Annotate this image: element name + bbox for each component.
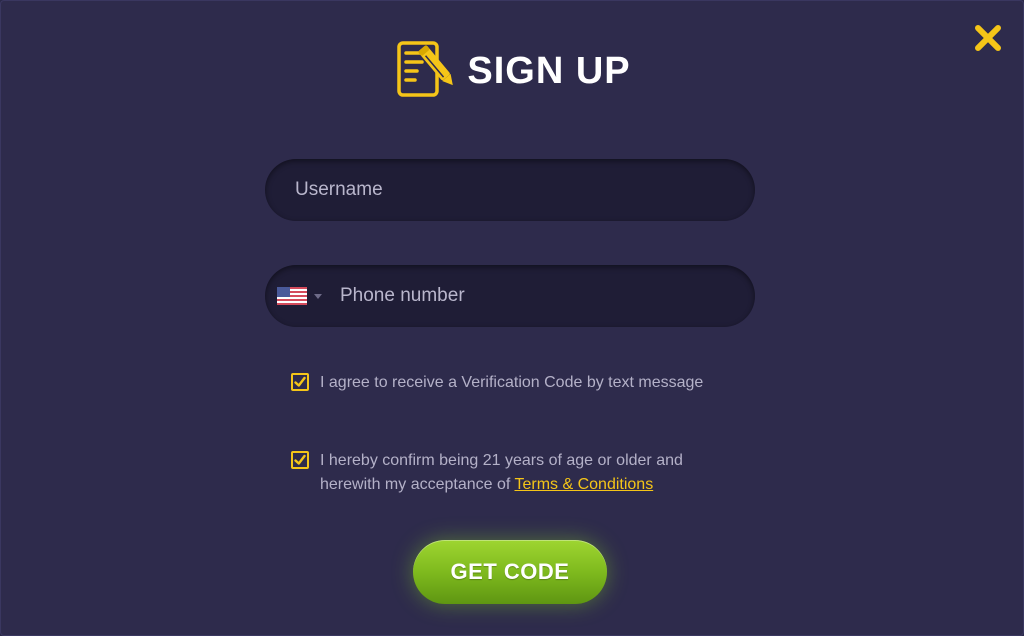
country-code-select[interactable] [277, 265, 322, 327]
edit-document-icon [397, 41, 454, 97]
dialog-header: SIGN UP [1, 37, 1024, 101]
checkmark-icon [294, 376, 306, 387]
phone-input[interactable] [338, 264, 755, 328]
age-consent-checkbox[interactable] [291, 451, 309, 469]
terms-conditions-link[interactable]: Terms & Conditions [514, 476, 653, 493]
sms-consent-row: I agree to receive a Verification Code b… [291, 371, 741, 395]
username-input[interactable] [293, 158, 755, 222]
checkmark-icon [294, 454, 306, 465]
username-field[interactable] [265, 158, 755, 222]
sms-consent-checkbox[interactable] [291, 373, 309, 391]
signup-dialog: SIGN UP I agree to receive a Verificat [0, 0, 1024, 636]
get-code-button[interactable]: GET CODE [413, 540, 607, 604]
dialog-title: SIGN UP [467, 49, 631, 92]
us-flag-icon [277, 287, 307, 305]
phone-field[interactable] [265, 264, 755, 328]
sms-consent-label: I agree to receive a Verification Code b… [320, 374, 704, 391]
age-consent-label: I hereby confirm being 21 years of age o… [320, 449, 741, 497]
age-consent-row: I hereby confirm being 21 years of age o… [291, 449, 741, 497]
chevron-down-icon [314, 293, 322, 299]
